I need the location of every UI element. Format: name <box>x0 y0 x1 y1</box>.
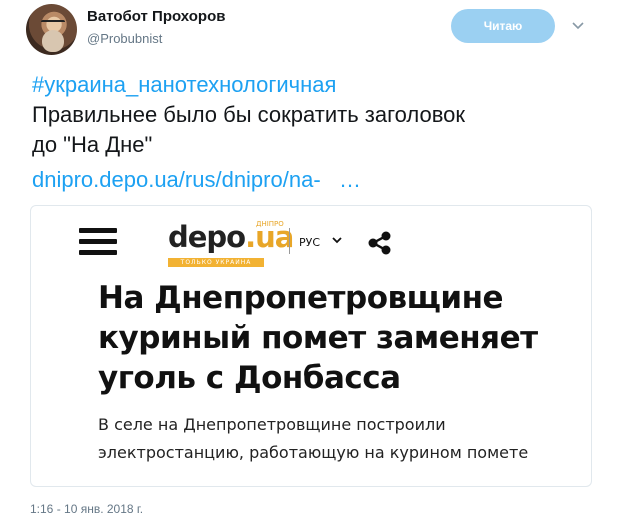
share-icon <box>368 231 391 255</box>
headline-line: уголь с Донбасса <box>98 360 401 396</box>
subtext-line: В селе на Днепропетровщине построили <box>98 415 446 434</box>
follow-button[interactable]: Читаю <box>451 9 555 43</box>
depo-logo: depo.ua ДНІПРО ТОЛЬКО УКРАИНА <box>168 220 294 268</box>
tweet-link[interactable]: dnipro.depo.ua/rus/dnipro/na- … <box>32 167 361 193</box>
tweet-text-line: до "На Дне" <box>32 132 153 157</box>
header-divider <box>289 228 290 254</box>
logo-superscript: ДНІПРО <box>256 220 284 228</box>
avatar-beard <box>42 30 64 52</box>
card-subtext: В селе на Днепропетровщине построили эле… <box>98 411 578 467</box>
avatar[interactable] <box>26 4 77 55</box>
chevron-down-icon[interactable] <box>571 18 585 32</box>
tweet-text-line: Правильнее было бы сократить заголовок <box>32 102 466 127</box>
author-name[interactable]: Ватобот Прохоров <box>87 8 225 25</box>
language-chevron-icon <box>332 237 342 244</box>
author-handle[interactable]: @Probubnist <box>87 31 162 46</box>
subtext-line: электростанцию, работающую на курином по… <box>98 443 529 462</box>
hamburger-menu-icon <box>79 228 117 256</box>
hashtag-link[interactable]: #украина_нанотехнологичная <box>32 70 602 100</box>
card-headline: На Днепропетровщине куриный помет заменя… <box>98 278 568 398</box>
link-preview-card[interactable]: depo.ua ДНІПРО ТОЛЬКО УКРАИНА РУС На Дне… <box>30 205 592 487</box>
logo-tagline: ТОЛЬКО УКРАИНА <box>168 258 264 267</box>
headline-line: куриный помет заменяет <box>98 320 538 356</box>
headline-line: На Днепропетровщине <box>98 280 504 316</box>
language-label: РУС <box>299 236 321 249</box>
avatar-glasses <box>41 20 65 27</box>
tweet-timestamp[interactable]: 1:16 - 10 янв. 2018 г. <box>30 502 143 516</box>
tweet-text: #украина_нанотехнологичная Правильнее бы… <box>32 70 602 160</box>
